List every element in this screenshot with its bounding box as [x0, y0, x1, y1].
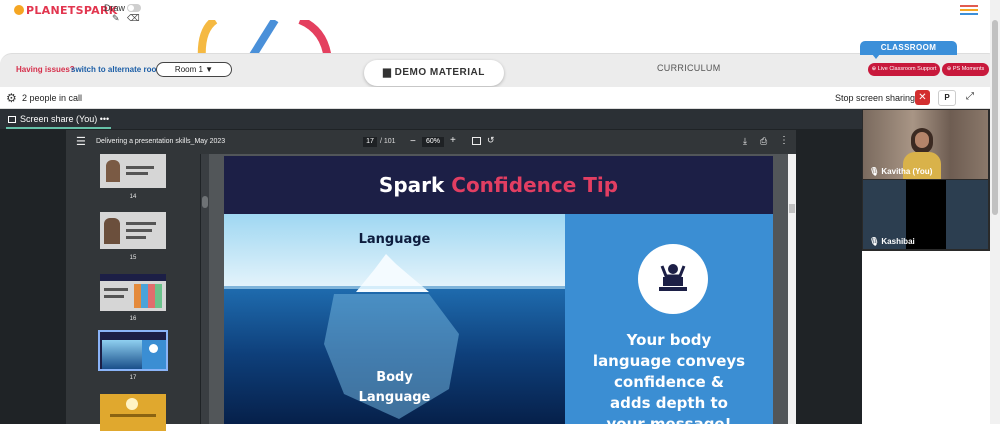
tip-line: adds depth to: [610, 394, 728, 412]
room-select[interactable]: Room 1 ▼: [156, 62, 232, 77]
participant-tile-kashibai[interactable]: 🎙 Kashibai: [863, 180, 988, 249]
participant-tile-kavitha[interactable]: 🎙 Kavitha (You): [863, 110, 988, 179]
menu-icon[interactable]: ☰: [76, 135, 86, 148]
screen-icon: [8, 116, 16, 123]
planetspark-logo[interactable]: PLANETSPARK: [14, 4, 118, 17]
share-tab-menu[interactable]: •••: [100, 114, 109, 124]
screen-share-tab[interactable]: Screen share (You) •••: [6, 110, 112, 129]
zoom-in-button[interactable]: +: [450, 135, 456, 146]
draw-label: Draw: [104, 3, 126, 13]
eraser-icon[interactable]: ⌫: [127, 13, 140, 24]
folder-icon: ▆: [383, 67, 395, 78]
presenter-button[interactable]: P: [938, 90, 956, 106]
gear-icon[interactable]: ⚙: [6, 91, 17, 105]
iceberg-bottom-line2: Language: [358, 390, 431, 405]
more-options-icon[interactable]: ⋮: [779, 135, 789, 146]
participant-name-text: Kavitha (You): [881, 167, 933, 176]
thumbnail-17[interactable]: [98, 330, 168, 371]
curriculum-tab[interactable]: CURRICULUM: [657, 63, 721, 73]
page-total: / 101: [380, 138, 396, 145]
speaker-podium-icon: [638, 244, 708, 314]
pdf-title: Delivering a presentation skills_May 202…: [96, 138, 226, 145]
page-number-input[interactable]: 17: [363, 137, 377, 147]
live-classroom-support-button[interactable]: ⊕ Live Classroom Support: [868, 63, 940, 76]
tip-text: Your body language conveys confidence & …: [565, 330, 773, 435]
ps-moments-button[interactable]: ⊕ PS Moments: [942, 63, 989, 76]
thumbnail-label: 16: [129, 316, 137, 322]
participant-name-text: Kashibai: [881, 237, 915, 246]
thumbnail-label: 14: [129, 194, 137, 200]
fit-page-icon[interactable]: [472, 137, 481, 145]
demo-material-label: DEMO MATERIAL: [394, 67, 485, 78]
draw-toggle[interactable]: [127, 4, 141, 12]
thumbnail-scrollbar[interactable]: [201, 154, 209, 424]
iceberg-bottom-label: Body Language: [224, 368, 565, 408]
iceberg-bottom-line1: Body: [376, 370, 413, 385]
alternate-room-link[interactable]: switch to alternate room: [71, 65, 163, 74]
iceberg-top-label: Language: [358, 232, 431, 247]
slide-title: Spark Confidence Tip: [224, 156, 773, 214]
tip-line: language conveys: [592, 352, 746, 370]
tip-line: your message!: [606, 415, 732, 433]
thumbnail-panel: 14 15 16 17: [66, 154, 200, 431]
demo-material-button[interactable]: ▆ DEMO MATERIAL: [364, 60, 504, 86]
classroom-caret-icon: [872, 54, 880, 59]
top-bar: [0, 0, 1000, 24]
pencil-icon[interactable]: ✎: [112, 13, 120, 24]
download-icon[interactable]: ⤓: [743, 136, 747, 147]
thumbnail-14[interactable]: [100, 154, 166, 188]
slide-title-part1: Spark: [378, 173, 452, 197]
zoom-out-button[interactable]: −: [410, 136, 416, 147]
logo-icon: [14, 5, 24, 15]
stop-sharing-button[interactable]: ✕: [915, 90, 930, 105]
thumbnail-15[interactable]: [100, 212, 166, 249]
share-tab-bar: [0, 109, 862, 129]
stop-screen-sharing-label: Stop screen sharing: [835, 93, 916, 103]
page-scrollbar[interactable]: [990, 0, 1000, 424]
zoom-input[interactable]: 60%: [422, 137, 444, 147]
thumbnail-18[interactable]: [100, 394, 166, 431]
thumbnail-16[interactable]: [100, 274, 166, 311]
thumbnail-label: 15: [129, 255, 137, 261]
live-support-label: Live Classroom Support: [877, 66, 937, 72]
classroom-tab[interactable]: CLASSROOM: [860, 41, 957, 55]
hamburger-icon[interactable]: [960, 5, 978, 17]
thumbnail-label: 17: [129, 375, 137, 381]
mic-icon: 🎙: [869, 237, 880, 246]
print-icon[interactable]: ⎙: [760, 136, 767, 147]
participant-name: 🎙 Kavitha (You): [869, 167, 932, 176]
share-tab-label: Screen share (You): [20, 114, 98, 124]
people-in-call: 2 people in call: [22, 93, 83, 103]
participant-name: 🎙 Kashibai: [869, 237, 915, 246]
mic-icon: 🎙: [869, 167, 880, 176]
slide-title-part2: Confidence Tip: [451, 173, 619, 197]
rotate-icon[interactable]: ↺: [487, 135, 495, 146]
tip-line: Your body: [626, 331, 712, 349]
document-scrollbar[interactable]: [788, 154, 796, 424]
ps-moments-label: PS Moments: [952, 66, 985, 72]
issues-text: Having issues?: [16, 65, 75, 74]
expand-icon[interactable]: ⤢: [966, 91, 974, 102]
tip-line: confidence &: [614, 373, 724, 391]
